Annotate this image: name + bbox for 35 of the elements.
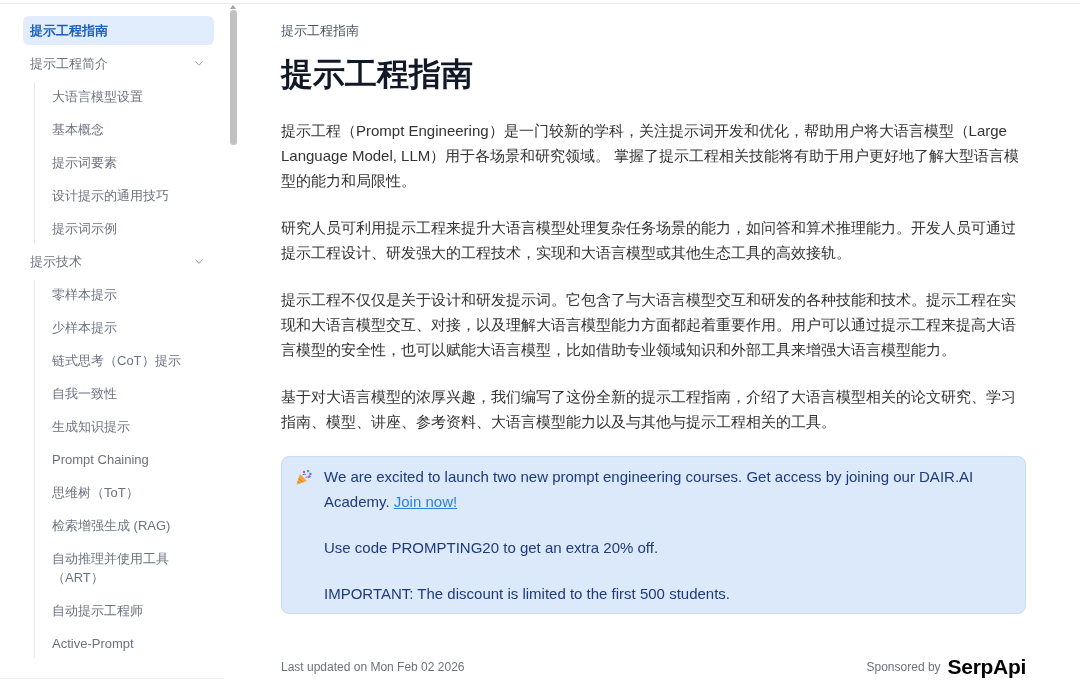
breadcrumb-text: 提示工程指南 (281, 22, 360, 40)
nav-link[interactable]: 少样本提示 (45, 313, 214, 342)
nav-link[interactable]: 基本概念 (45, 115, 214, 144)
page-title: 提示工程指南 (281, 55, 474, 94)
nav-link[interactable]: 提示工程指南 (23, 16, 214, 45)
scrollbar-thumb[interactable] (230, 10, 237, 145)
nav-link[interactable]: 大语言模型设置 (45, 82, 214, 111)
nav-link[interactable]: 设计提示的通用技巧 (45, 181, 214, 210)
nav-link[interactable]: 链式思考（CoT）提示 (45, 346, 214, 375)
nav-link[interactable]: Prompt Chaining (45, 445, 214, 474)
party-popper-icon (296, 469, 312, 485)
callout-paragraph: IMPORTANT: The discount is limited to the first 500 students. (324, 584, 731, 604)
join-now-link[interactable]: Join now! (393, 493, 458, 510)
body-paragraph: 提示工程（Prompt Engineering）是一门较新的学科，关注提示词开发和优化，帮助用户将大语言模型（Large Language Model, LLM）用于各场景和研究领域。 掌握了提示工程相关技能将有助于用户更好地了解大型语言模型的能力和局限性。 (281, 121, 1021, 191)
nav-link[interactable]: 检索增强生成 (RAG) (45, 511, 214, 540)
nav-link[interactable]: 提示词要素 (45, 148, 214, 177)
nav-link[interactable]: 零样本提示 (45, 280, 214, 309)
nav-link[interactable]: 自我一致性 (45, 379, 214, 408)
body-paragraph: 基于对大语言模型的浓厚兴趣，我们编写了这份全新的提示工程指南，介绍了大语言模型相关的论文研究、学习指南、模型、讲座、参考资料、大语言模型能力以及与其他与提示工程相关的工具。 (281, 387, 1017, 432)
nav-link[interactable]: 自动提示工程师 (45, 596, 214, 625)
nav-section-toggle[interactable]: 提示工程简介 (23, 49, 214, 78)
body-paragraph: 提示工程不仅仅是关于设计和研发提示词。它包含了与大语言模型交互和研发的各种技能和技术。提示工程在实现和大语言模型交互、对接，以及理解大语言模型能力方面都起着重要作用。用户可以通过提示工程来提高大语言模型的安全性，也可以赋能大语言模型，比如借助专业领域知识和外部工具来增强大语言模型能力。 (281, 290, 1017, 360)
last-updated-text: Last updated on Mon Feb 02 2026 (281, 659, 465, 676)
body-paragraph: 研究人员可利用提示工程来提升大语言模型处理复杂任务场景的能力，如问答和算术推理能力。开发人员可通过提示工程设计、研发强大的工程技术，实现和大语言模型或其他生态工具的高效接轨。 (281, 218, 1017, 263)
nav-link[interactable]: 思维树（ToT） (45, 478, 214, 507)
sponsor-logo[interactable]: SerpApi (947, 655, 1026, 679)
callout-paragraph: We are excited to launch two new prompt engineering courses. Get access by joining our DAIR.AI Academy. Join now! (324, 467, 975, 512)
callout-paragraph: Use code PROMPTING20 to get an extra 20% off. (324, 538, 660, 558)
nav-link[interactable]: 提示词示例 (45, 214, 214, 243)
nav-section-toggle[interactable]: 提示技术 (23, 247, 214, 276)
scroll-up-arrow-icon[interactable] (230, 5, 236, 9)
sponsor-label: Sponsored by (866, 659, 941, 676)
nav-link[interactable]: 生成知识提示 (45, 412, 214, 441)
nav-link[interactable]: Active-Prompt (45, 629, 214, 658)
nav-link[interactable]: 自动推理并使用工具（ART） (45, 544, 214, 592)
